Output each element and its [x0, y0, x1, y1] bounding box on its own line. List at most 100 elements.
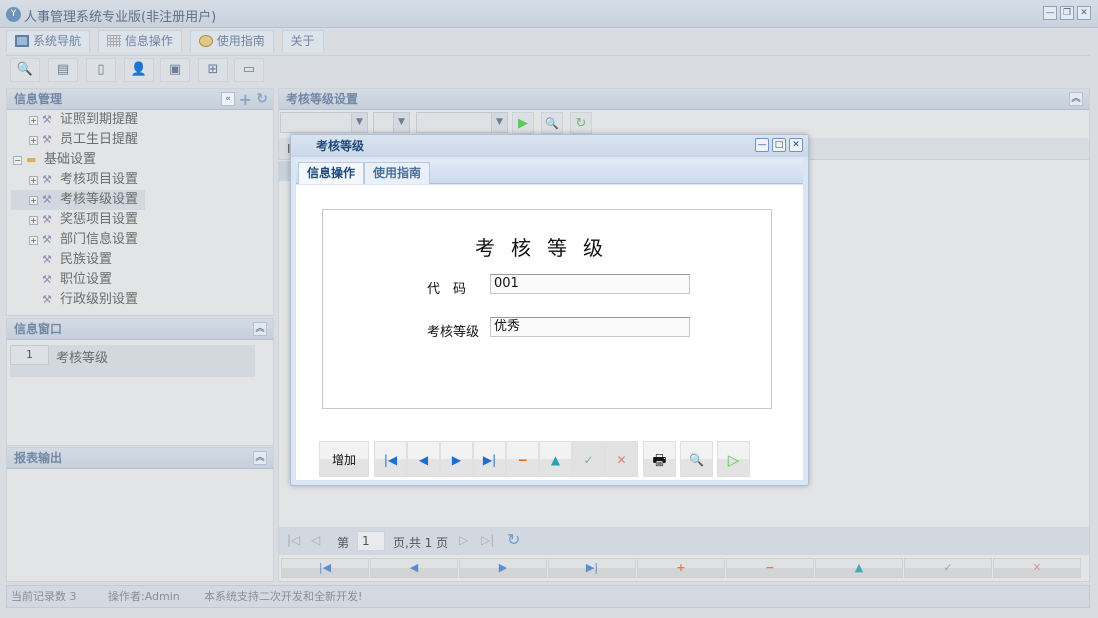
tree-item[interactable]: + ⚒ 考核项目设置 [7, 170, 273, 190]
run-query-icon[interactable]: ▶ [512, 112, 534, 134]
panel-header: 信息管理 « + ↻ [7, 89, 273, 110]
last-record-button[interactable]: ▶| [548, 558, 636, 578]
tree-item[interactable]: + ⚒ 员工生日提醒 [7, 130, 273, 150]
collapse-icon[interactable]: ︽ [253, 451, 267, 465]
delete-button[interactable]: − [506, 441, 539, 477]
restore-button[interactable]: ❐ [1060, 6, 1074, 20]
add-record-button[interactable]: + [637, 558, 725, 578]
tree-item[interactable]: + ⚒ 证照到期提醒 [7, 110, 273, 130]
search-icon[interactable]: 🔍 [10, 58, 40, 82]
save-button[interactable]: ✓ [572, 441, 605, 477]
cancel-record-button[interactable]: ✕ [993, 558, 1081, 578]
page-input[interactable]: 1 [357, 531, 385, 551]
tree-item[interactable]: ⚒ 职位设置 [7, 270, 273, 290]
expand-icon[interactable]: + [29, 116, 38, 125]
delete-record-button[interactable]: − [726, 558, 814, 578]
panel-header: 报表输出 ︽ [7, 448, 273, 469]
next-button[interactable]: ▶ [440, 441, 473, 477]
value-select[interactable]: ▼ [416, 112, 508, 133]
refresh-icon[interactable]: ↻ [570, 112, 592, 134]
panel-header: 信息窗口 ︽ [7, 319, 273, 340]
card-icon[interactable]: ▭ [234, 58, 264, 82]
expand-icon[interactable]: + [29, 196, 38, 205]
print-icon[interactable]: 🖶 [643, 441, 676, 477]
list-icon[interactable]: ▤ [48, 58, 78, 82]
chevron-down-icon: ▼ [351, 113, 367, 132]
tab-user-guide[interactable]: 使用指南 [189, 30, 274, 52]
list-item[interactable]: 1 考核等级 [10, 345, 255, 377]
tree-item[interactable]: + ⚒ 部门信息设置 [7, 230, 273, 250]
row-number: 1 [10, 345, 49, 365]
tree-item-selected[interactable]: + ⚒ 考核等级设置 [11, 190, 145, 210]
last-page-icon[interactable]: ▷| [481, 533, 494, 547]
chevron-down-icon: ▼ [393, 113, 409, 132]
main-toolbar: 🔍 ▤ ▯ 👤 ▣ ⊞ ▭ [6, 55, 1090, 83]
dialog-tab-info-ops[interactable]: 信息操作 [298, 162, 365, 184]
grid-icon [106, 35, 121, 47]
prev-page-icon[interactable]: ◁ [311, 533, 320, 547]
grade-input[interactable]: 优秀 [490, 317, 690, 337]
next-record-button[interactable]: ▶ [459, 558, 547, 578]
tree-folder[interactable]: − ▬ 基础设置 [7, 150, 273, 170]
tools-icon: ⚒ [42, 233, 52, 246]
add-button[interactable]: 增加 [319, 441, 369, 477]
run-icon[interactable]: ▷ [717, 441, 750, 477]
expand-icon[interactable]: + [29, 216, 38, 225]
collapse-icon[interactable]: − [13, 156, 22, 165]
first-page-icon[interactable]: |◁ [287, 533, 300, 547]
dialog-close-button[interactable]: ✕ [789, 138, 803, 152]
list-item-label: 考核等级 [56, 351, 109, 366]
help-icon [198, 35, 213, 47]
grade-label: 考核等级 [427, 325, 480, 340]
expand-icon[interactable]: + [29, 236, 38, 245]
edit-button[interactable]: ▲ [539, 441, 572, 477]
collapse-icon[interactable]: ︽ [253, 322, 267, 336]
dialog-minimize-button[interactable]: — [755, 138, 769, 152]
tools-icon: ⚒ [42, 253, 52, 266]
tools-icon: ⚒ [42, 213, 52, 226]
expand-icon[interactable]: + [29, 176, 38, 185]
field-select[interactable]: ▼ [280, 112, 368, 133]
prev-record-button[interactable]: ◀ [370, 558, 458, 578]
prev-button[interactable]: ◀ [407, 441, 440, 477]
tab-about[interactable]: 关于 [281, 30, 324, 52]
add-icon[interactable]: + [239, 89, 252, 110]
collapse-icon[interactable]: ︽ [1069, 92, 1083, 106]
info-management-panel: 信息管理 « + ↻ + ⚒ 证照到期提醒 + ⚒ 员工生日提醒 − ▬ 基础设置 + ⚒ 考核… [6, 88, 274, 316]
app-logo-icon: Y [6, 7, 21, 22]
first-button[interactable]: |◀ [374, 441, 407, 477]
notice: 本系统支持二次开发和全新开发! [204, 590, 363, 603]
print-preview-icon[interactable]: 🔍 [680, 441, 713, 477]
dialog-tab-guide[interactable]: 使用指南 [364, 162, 431, 184]
document-icon[interactable]: ▯ [86, 58, 116, 82]
refresh-icon[interactable]: ↻ [507, 530, 520, 549]
form-title: 考核等级 [475, 236, 619, 260]
cancel-button[interactable]: ✕ [605, 441, 638, 477]
last-button[interactable]: ▶| [473, 441, 506, 477]
save-record-button[interactable]: ✓ [904, 558, 992, 578]
pager: |◁ ◁ 第 1 页,共 1 页 ▷ ▷| ↻ [279, 527, 1089, 555]
minimize-button[interactable]: — [1043, 6, 1057, 20]
collapse-left-icon[interactable]: « [221, 92, 235, 106]
monitor-icon[interactable]: ▣ [160, 58, 190, 82]
dialog-maximize-button[interactable]: □ [772, 138, 786, 152]
tools-icon: ⚒ [42, 113, 52, 126]
expand-icon[interactable]: + [29, 136, 38, 145]
tree-item[interactable]: ⚒ 行政级别设置 [7, 290, 273, 310]
operator-select[interactable]: ▼ [373, 112, 410, 133]
tab-system-nav[interactable]: 系统导航 [6, 30, 91, 52]
first-record-button[interactable]: |◀ [281, 558, 369, 578]
search-icon[interactable]: 🔍 [541, 112, 563, 134]
tree-item[interactable]: ⚒ 民族设置 [7, 250, 273, 270]
edit-record-button[interactable]: ▲ [815, 558, 903, 578]
tab-info-ops[interactable]: 信息操作 [97, 30, 182, 52]
close-button[interactable]: ✕ [1077, 6, 1091, 20]
code-input[interactable]: 001 [490, 274, 690, 294]
window-add-icon[interactable]: ⊞ [198, 58, 228, 82]
dialog-title: 考核等级 [291, 135, 808, 157]
menu-tabs: 系统导航 信息操作 使用指南 关于 [6, 30, 328, 52]
tree-item[interactable]: + ⚒ 奖惩项目设置 [7, 210, 273, 230]
refresh-icon[interactable]: ↻ [256, 89, 268, 110]
next-page-icon[interactable]: ▷ [459, 533, 468, 547]
user-icon[interactable]: 👤 [124, 58, 154, 82]
